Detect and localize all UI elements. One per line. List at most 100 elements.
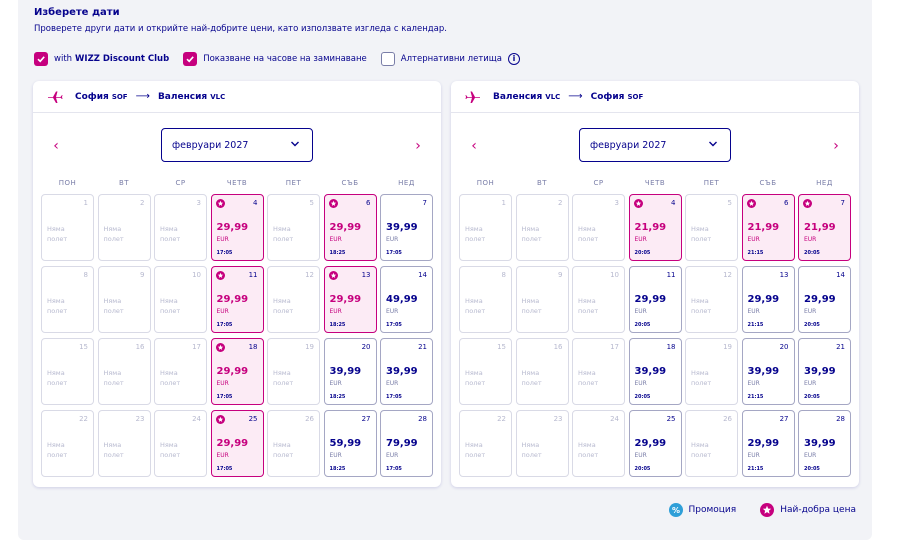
- day-departure-time: 20:05: [804, 322, 820, 328]
- best-price-star-icon: [215, 415, 225, 424]
- promo-percent-icon: %: [668, 503, 683, 517]
- calendar-day-cell[interactable]: 18 39,99 EUR 20:05: [628, 338, 682, 405]
- calendar-day-cell[interactable]: 4 21,99 EUR 20:05: [628, 194, 682, 261]
- calendar-day-cell[interactable]: 21 39,99 EUR 17:05: [380, 338, 433, 405]
- no-flight-label: Няма полет: [521, 225, 542, 243]
- day-number: 23: [135, 415, 145, 423]
- day-price: 29,99: [329, 222, 362, 233]
- prev-month-button[interactable]: ‹: [49, 138, 63, 154]
- day-price: 39,99: [386, 222, 418, 233]
- chevron-down-icon: [291, 141, 299, 147]
- day-currency: EUR: [216, 452, 229, 459]
- month-select[interactable]: февруари 2027: [579, 128, 731, 162]
- checkbox-checked-icon[interactable]: [34, 52, 48, 66]
- options-row: with WIZZ Discount Club Показване на час…: [34, 51, 534, 67]
- no-flight-label: Няма полет: [465, 225, 486, 243]
- option-label: with: [54, 54, 73, 64]
- calendar-day-cell[interactable]: 25 29,99 EUR 17:05: [210, 410, 264, 477]
- day-number: 23: [553, 415, 563, 423]
- day-number: 21: [418, 343, 427, 351]
- calendar-day-cell[interactable]: 11 29,99 EUR 20:05: [628, 266, 682, 333]
- month-select[interactable]: февруари 2027: [161, 128, 313, 162]
- day-currency: EUR: [634, 452, 647, 459]
- calendar-day-cell[interactable]: 6 29,99 EUR 18:25: [323, 194, 377, 261]
- prev-month-button[interactable]: ‹: [467, 138, 481, 154]
- no-flight-label: Няма полет: [578, 225, 599, 243]
- day-currency: EUR: [216, 308, 229, 315]
- day-number: 18: [666, 343, 676, 351]
- day-departure-time: 17:05: [386, 250, 402, 256]
- calendar-day-cell[interactable]: 7 39,99 EUR 17:05: [380, 194, 433, 261]
- calendar-day-cell[interactable]: 20 39,99 EUR 18:25: [323, 338, 377, 405]
- day-number: 20: [361, 343, 371, 351]
- info-icon[interactable]: i: [508, 53, 521, 65]
- no-flight-label: Няма полет: [273, 369, 294, 387]
- day-currency: EUR: [804, 452, 817, 459]
- calendar-day-cell[interactable]: 14 29,99 EUR 20:05: [798, 266, 851, 333]
- destination-city: Валенсия: [157, 91, 208, 102]
- no-flight-label: Няма полет: [47, 441, 68, 459]
- legend-best-price-label: Най-добра цена: [780, 505, 856, 515]
- no-flight-label: Няма полет: [160, 369, 181, 387]
- option-alternative-airports[interactable]: Алтернативни летища i: [380, 52, 521, 66]
- day-number: 14: [836, 271, 845, 279]
- best-price-star-icon: [803, 199, 812, 208]
- calendar-day-cell[interactable]: 28 79,99 EUR 17:05: [380, 410, 433, 477]
- calendar-day-cell[interactable]: 11 29,99 EUR 17:05: [210, 266, 264, 333]
- calendar-day-cell[interactable]: 7 21,99 EUR 20:05: [798, 194, 851, 261]
- day-price: 21,99: [747, 222, 780, 233]
- day-number: 1: [83, 199, 88, 207]
- calendar-day-cell-unavailable: 16 Няма полет: [97, 338, 151, 405]
- day-price: 49,99: [386, 294, 418, 305]
- next-month-button[interactable]: ›: [411, 138, 425, 154]
- no-flight-label: Няма полет: [160, 225, 181, 243]
- no-flight-label: Няма полет: [47, 297, 68, 315]
- option-wizz-discount-club[interactable]: with WIZZ Discount Club: [34, 52, 169, 66]
- best-price-star-icon: [215, 199, 225, 208]
- calendar-day-cell[interactable]: 6 21,99 EUR 21:15: [741, 194, 795, 261]
- calendar-day-cell[interactable]: 18 29,99 EUR 17:05: [210, 338, 264, 405]
- weekday-label: ПЕТ: [703, 179, 720, 187]
- day-number: 27: [361, 415, 371, 423]
- checkbox-checked-icon[interactable]: [183, 52, 198, 66]
- weekday-label: ВТ: [536, 179, 548, 187]
- day-departure-time: 21:15: [747, 322, 764, 328]
- day-number: 3: [614, 199, 619, 207]
- no-flight-label: Няма полет: [160, 297, 181, 315]
- calendar-day-cell[interactable]: 14 49,99 EUR 17:05: [380, 266, 433, 333]
- day-currency: EUR: [804, 236, 817, 243]
- day-currency: EUR: [634, 308, 647, 315]
- section-title: Изберете дати: [34, 7, 120, 18]
- price-legend: % Промоция Най-добра цена: [645, 503, 856, 517]
- calendar-day-cell[interactable]: 28 39,99 EUR 20:05: [798, 410, 851, 477]
- calendar-day-cell[interactable]: 27 29,99 EUR 21:15: [741, 410, 795, 477]
- calendar-day-cell[interactable]: 4 29,99 EUR 17:05: [210, 194, 264, 261]
- plane-takeoff-icon: [48, 91, 63, 103]
- day-number: 7: [422, 199, 427, 207]
- no-flight-label: Няма полет: [103, 369, 124, 387]
- checkbox-unchecked-icon[interactable]: [380, 52, 395, 66]
- calendar-day-cell[interactable]: 27 59,99 EUR 18:25: [323, 410, 377, 477]
- calendar-day-cell-unavailable: 17 Няма полет: [154, 338, 207, 405]
- day-price: 39,99: [634, 366, 667, 377]
- calendar-day-cell-unavailable: 19 Няма полет: [267, 338, 320, 405]
- weekday-label: ЧЕТВ: [644, 179, 666, 187]
- day-departure-time: 17:05: [386, 466, 402, 472]
- day-currency: EUR: [329, 380, 342, 387]
- calendar-day-cell[interactable]: 20 39,99 EUR 21:15: [741, 338, 795, 405]
- day-number: 6: [366, 199, 371, 207]
- day-number: 6: [784, 199, 789, 207]
- weekday-label: ЧЕТВ: [226, 179, 248, 187]
- best-price-star-icon: [328, 199, 338, 208]
- calendar-day-cell[interactable]: 25 29,99 EUR 20:05: [628, 410, 682, 477]
- calendar-day-cell[interactable]: 21 39,99 EUR 20:05: [798, 338, 851, 405]
- next-month-button[interactable]: ›: [829, 138, 843, 154]
- chevron-down-icon: [709, 141, 717, 147]
- day-departure-time: 17:05: [386, 394, 402, 400]
- option-show-departure-times[interactable]: Показване на часове на заминаване: [183, 52, 367, 66]
- calendar-day-cell[interactable]: 13 29,99 EUR 21:15: [741, 266, 795, 333]
- calendar-day-cell[interactable]: 13 29,99 EUR 18:25: [323, 266, 377, 333]
- day-departure-time: 20:05: [634, 394, 651, 400]
- day-number: 28: [836, 415, 845, 423]
- no-flight-label: Няма полет: [578, 369, 599, 387]
